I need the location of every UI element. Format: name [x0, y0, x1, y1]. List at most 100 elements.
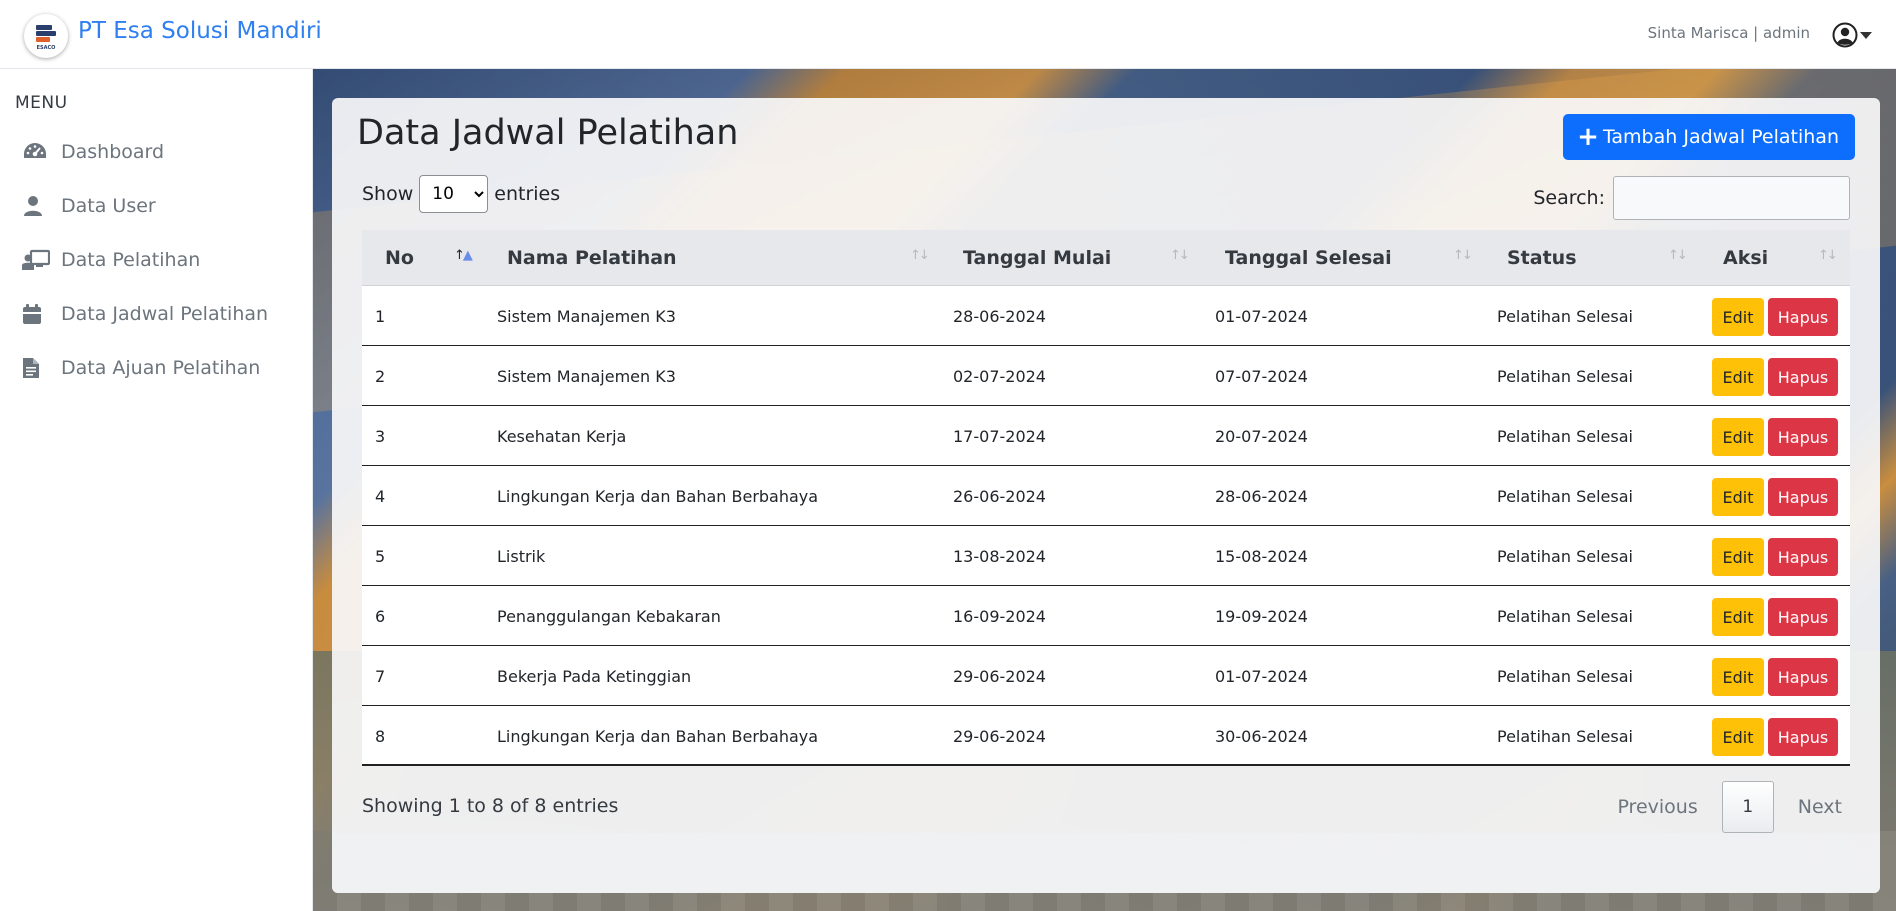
column-header-no[interactable]: No	[385, 230, 414, 286]
pagination: Previous 1 Next	[1617, 781, 1842, 833]
table-row: 7 Bekerja Pada Ketinggian 29-06-2024 01-…	[362, 646, 1850, 706]
cell-status: Pelatihan Selesai	[1497, 606, 1633, 626]
cell-nama: Sistem Manajemen K3	[497, 306, 676, 326]
table-row: 8 Lingkungan Kerja dan Bahan Berbahaya 2…	[362, 706, 1850, 766]
cell-status: Pelatihan Selesai	[1497, 486, 1633, 506]
page-title: Data Jadwal Pelatihan	[357, 113, 739, 153]
edit-button[interactable]: Edit	[1712, 718, 1764, 756]
sidebar-item-label: Data Ajuan Pelatihan	[61, 357, 261, 379]
edit-button[interactable]: Edit	[1712, 538, 1764, 576]
menu-title: MENU	[15, 93, 68, 113]
logo-icon: ESACO	[36, 25, 56, 51]
search-input[interactable]	[1613, 176, 1850, 220]
cell-status: Pelatihan Selesai	[1497, 726, 1633, 746]
sidebar: MENU Dashboard Data User Data Pelatihan …	[0, 69, 313, 911]
cell-status: Pelatihan Selesai	[1497, 666, 1633, 686]
table-row: 2 Sistem Manajemen K3 02-07-2024 07-07-2…	[362, 346, 1850, 406]
cell-nama: Lingkungan Kerja dan Bahan Berbahaya	[497, 486, 819, 506]
delete-button[interactable]: Hapus	[1768, 418, 1838, 456]
sort-icon[interactable]: ↑↓	[1818, 248, 1838, 263]
cell-no: 4	[375, 486, 386, 506]
column-header-nama-pelatihan[interactable]: Nama Pelatihan	[507, 230, 677, 286]
edit-button[interactable]: Edit	[1712, 658, 1764, 696]
cell-mulai: 02-07-2024	[953, 366, 1046, 386]
edit-button[interactable]: Edit	[1712, 358, 1764, 396]
previous-page-button[interactable]: Previous	[1617, 796, 1697, 818]
sidebar-item-data-pelatihan[interactable]: Data Pelatihan	[22, 243, 200, 277]
cell-no: 8	[375, 726, 386, 746]
sort-icon[interactable]: ↑↓	[1453, 248, 1473, 263]
chevron-down-icon[interactable]	[1860, 32, 1872, 39]
card-footer	[332, 833, 1880, 893]
entries-select[interactable]: 10	[419, 175, 489, 213]
search-label: Search:	[1533, 187, 1605, 209]
sidebar-item-label: Data User	[61, 195, 156, 217]
next-page-button[interactable]: Next	[1798, 796, 1842, 818]
sidebar-item-label: Dashboard	[61, 141, 165, 163]
sort-icon[interactable]: ↑↓	[910, 248, 930, 263]
cell-nama: Sistem Manajemen K3	[497, 366, 676, 386]
column-header-tanggal-mulai[interactable]: Tanggal Mulai	[963, 230, 1111, 286]
svg-text:ESACO: ESACO	[37, 45, 56, 51]
sort-icon[interactable]: ↑↓	[1668, 248, 1688, 263]
cell-mulai: 16-09-2024	[953, 606, 1046, 626]
delete-button[interactable]: Hapus	[1768, 358, 1838, 396]
cell-mulai: 29-06-2024	[953, 726, 1046, 746]
entries-label: entries	[494, 183, 561, 205]
edit-button[interactable]: Edit	[1712, 598, 1764, 636]
cell-selesai: 20-07-2024	[1215, 426, 1308, 446]
cell-selesai: 07-07-2024	[1215, 366, 1308, 386]
delete-button[interactable]: Hapus	[1768, 658, 1838, 696]
page-1-button[interactable]: 1	[1721, 781, 1774, 833]
user-name-label[interactable]: Sinta Marisca | admin	[1648, 24, 1810, 42]
column-header-tanggal-selesai[interactable]: Tanggal Selesai	[1225, 230, 1392, 286]
chalkboard-teacher-icon	[22, 247, 52, 273]
cell-mulai: 17-07-2024	[953, 426, 1046, 446]
cell-selesai: 19-09-2024	[1215, 606, 1308, 626]
cell-status: Pelatihan Selesai	[1497, 426, 1633, 446]
delete-button[interactable]: Hapus	[1768, 298, 1838, 336]
show-label: Show	[362, 183, 414, 205]
column-header-aksi[interactable]: Aksi	[1723, 230, 1768, 286]
cell-selesai: 01-07-2024	[1215, 306, 1308, 326]
sidebar-item-data-jadwal-pelatihan[interactable]: Data Jadwal Pelatihan	[22, 297, 268, 331]
sidebar-item-data-user[interactable]: Data User	[22, 189, 156, 223]
add-schedule-button[interactable]: + Tambah Jadwal Pelatihan	[1563, 114, 1855, 160]
cell-no: 7	[375, 666, 386, 686]
table-row: 4 Lingkungan Kerja dan Bahan Berbahaya 2…	[362, 466, 1850, 526]
cell-mulai: 13-08-2024	[953, 546, 1046, 566]
edit-button[interactable]: Edit	[1712, 478, 1764, 516]
table-row: 5 Listrik 13-08-2024 15-08-2024 Pelatiha…	[362, 526, 1850, 586]
show-entries: Show 10 entries	[362, 175, 560, 213]
file-text-icon	[22, 355, 52, 381]
delete-button[interactable]: Hapus	[1768, 598, 1838, 636]
brand-logo[interactable]: ESACO	[24, 14, 68, 58]
cell-selesai: 15-08-2024	[1215, 546, 1308, 566]
cell-selesai: 28-06-2024	[1215, 486, 1308, 506]
user-icon	[22, 193, 52, 219]
content-card: Data Jadwal Pelatihan + Tambah Jadwal Pe…	[332, 98, 1880, 893]
cell-mulai: 26-06-2024	[953, 486, 1046, 506]
sidebar-item-data-ajuan-pelatihan[interactable]: Data Ajuan Pelatihan	[22, 351, 260, 385]
sort-icon[interactable]: ↑↓	[1170, 248, 1190, 263]
sidebar-item-label: Data Pelatihan	[61, 249, 201, 271]
cell-no: 6	[375, 606, 386, 626]
calendar-icon	[22, 301, 52, 327]
delete-button[interactable]: Hapus	[1768, 538, 1838, 576]
cell-status: Pelatihan Selesai	[1497, 546, 1633, 566]
column-header-status[interactable]: Status	[1507, 230, 1577, 286]
sort-icon[interactable]: ↑▲	[454, 248, 473, 263]
edit-button[interactable]: Edit	[1712, 298, 1764, 336]
table-header: No ↑▲ Nama Pelatihan ↑↓ Tanggal Mulai ↑↓…	[362, 230, 1850, 286]
delete-button[interactable]: Hapus	[1768, 478, 1838, 516]
edit-button[interactable]: Edit	[1712, 418, 1764, 456]
cell-nama: Kesehatan Kerja	[497, 426, 627, 446]
sidebar-item-dashboard[interactable]: Dashboard	[22, 135, 164, 169]
cell-mulai: 28-06-2024	[953, 306, 1046, 326]
cell-nama: Lingkungan Kerja dan Bahan Berbahaya	[497, 726, 819, 746]
delete-button[interactable]: Hapus	[1768, 718, 1838, 756]
sidebar-item-label: Data Jadwal Pelatihan	[61, 303, 269, 325]
user-circle-icon[interactable]	[1832, 22, 1858, 48]
brand-name[interactable]: PT Esa Solusi Mandiri	[78, 18, 322, 44]
add-schedule-label: Tambah Jadwal Pelatihan	[1602, 126, 1839, 148]
